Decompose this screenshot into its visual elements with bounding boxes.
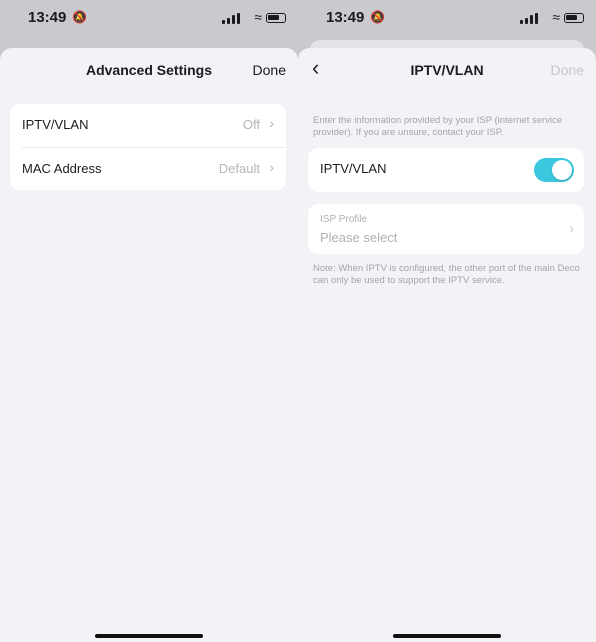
left-screen: 13:49 🔕 ≈ Advanced Settings Done IPTV/VL… [0, 0, 298, 642]
nav-bar: ‹ IPTV/VLAN Done [298, 48, 596, 92]
row-value: Default [218, 161, 260, 176]
done-button[interactable]: Done [253, 62, 286, 78]
iptv-vlan-sheet: ‹ IPTV/VLAN Done Enter the information p… [298, 48, 596, 642]
home-indicator [393, 634, 501, 638]
battery-icon [564, 13, 584, 23]
home-indicator [95, 634, 203, 638]
settings-row-mac-address[interactable]: MAC Address Default › [22, 147, 286, 190]
silent-bell-icon: 🔕 [72, 10, 87, 24]
iptv-toggle-card: IPTV/VLAN [308, 148, 584, 192]
row-value: Off [242, 117, 260, 132]
advanced-settings-sheet: Advanced Settings Done IPTV/VLAN Off › M… [0, 48, 298, 642]
toggle-label: IPTV/VLAN [320, 161, 387, 176]
isp-profile-value: Please select [320, 230, 398, 245]
silent-bell-icon: 🔕 [370, 10, 385, 24]
nav-bar: Advanced Settings Done [0, 48, 298, 92]
iptv-vlan-toggle[interactable] [534, 158, 574, 182]
iptv-toggle-row: IPTV/VLAN [308, 148, 584, 191]
chevron-right-icon: › [569, 220, 574, 236]
note-text: Note: When IPTV is configured, the other… [313, 263, 580, 286]
status-bar: 13:49 🔕 ≈ [0, 0, 298, 40]
row-label: MAC Address [22, 161, 102, 176]
toggle-knob [552, 160, 572, 180]
isp-profile-label: ISP Profile [320, 214, 368, 225]
signal-icon [520, 13, 538, 24]
isp-profile-select[interactable]: ISP Profile Please select › [308, 204, 584, 254]
wifi-icon: ≈ [254, 9, 262, 25]
status-time: 13:49 [28, 9, 67, 26]
battery-icon [266, 13, 286, 23]
right-screen: 13:49 🔕 ≈ ‹ IPTV/VLAN Done Enter the inf… [298, 0, 596, 642]
status-time: 13:49 [326, 9, 365, 26]
settings-row-iptv-vlan[interactable]: IPTV/VLAN Off › [10, 104, 286, 147]
chevron-right-icon: › [269, 159, 274, 175]
signal-icon [222, 13, 240, 24]
intro-text: Enter the information provided by your I… [313, 115, 563, 138]
status-bar: 13:49 🔕 ≈ [298, 0, 596, 40]
row-label: IPTV/VLAN [22, 117, 89, 132]
settings-list: IPTV/VLAN Off › MAC Address Default › [10, 104, 286, 190]
done-button[interactable]: Done [551, 62, 584, 78]
wifi-icon: ≈ [552, 9, 560, 25]
chevron-right-icon: › [269, 115, 274, 131]
